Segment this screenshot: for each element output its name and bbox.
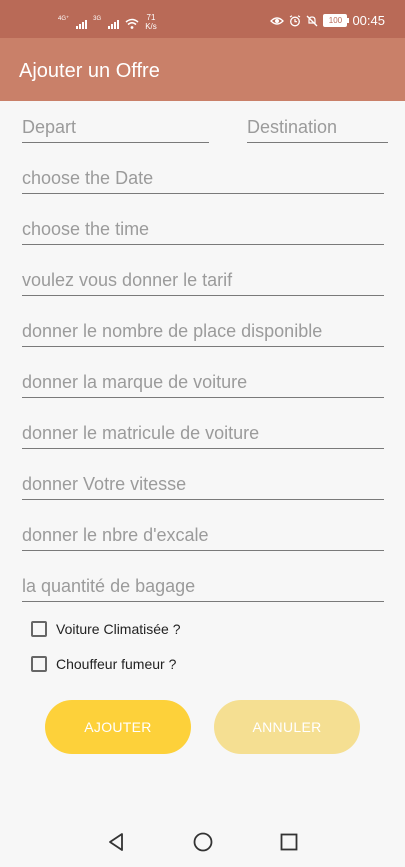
status-bar: 4G⁺ 3G 71 K/s 100 00:45 <box>0 0 405 38</box>
network-speed: 71 K/s <box>145 13 157 31</box>
cancel-button[interactable]: ANNULER <box>214 700 360 754</box>
air-conditioned-checkbox[interactable] <box>31 621 47 637</box>
smoker-driver-row[interactable]: Chouffeur fumeur ? <box>31 656 176 672</box>
wifi-icon <box>125 18 139 29</box>
signal-icon <box>76 20 88 29</box>
car-brand-input[interactable]: donner la marque de voiture <box>22 368 384 398</box>
eye-icon <box>270 16 285 25</box>
alarm-icon <box>290 14 301 26</box>
luggage-input[interactable]: la quantité de bagage <box>22 572 384 602</box>
speed-value: 71 <box>146 13 156 22</box>
air-conditioned-row[interactable]: Voiture Climatisée ? <box>31 621 181 637</box>
battery-icon: 100 <box>323 14 350 27</box>
speed-unit: K/s <box>145 22 157 31</box>
mute-icon <box>306 15 318 26</box>
home-icon[interactable] <box>192 831 214 853</box>
status-left: 4G⁺ 3G 71 K/s <box>58 11 157 31</box>
time-input[interactable]: choose the time <box>22 215 384 245</box>
network-type-1: 4G⁺ <box>58 16 70 22</box>
date-input[interactable]: choose the Date <box>22 164 384 194</box>
air-conditioned-label: Voiture Climatisée ? <box>56 621 181 637</box>
back-icon[interactable] <box>106 831 126 853</box>
car-plate-input[interactable]: donner le matricule de voiture <box>22 419 384 449</box>
speed-input[interactable]: donner Votre vitesse <box>22 470 384 500</box>
departure-input[interactable]: Depart <box>22 113 209 143</box>
page-title: Ajouter un Offre <box>19 60 160 82</box>
clock: 00:45 <box>352 13 385 28</box>
seats-input[interactable]: donner le nombre de place disponible <box>22 317 384 347</box>
network-type-2: 3G <box>93 16 102 22</box>
smoker-driver-label: Chouffeur fumeur ? <box>56 656 177 672</box>
status-right: 100 00:45 <box>270 13 385 28</box>
signal-icon <box>108 20 120 29</box>
app-bar: Ajouter un Offre <box>0 38 405 101</box>
destination-input[interactable]: Destination <box>247 113 388 143</box>
smoker-driver-checkbox[interactable] <box>31 656 47 672</box>
fare-input[interactable]: voulez vous donner le tarif <box>22 266 384 296</box>
stops-input[interactable]: donner le nbre d'excale <box>22 521 384 551</box>
recents-icon[interactable] <box>279 831 299 853</box>
add-button[interactable]: AJOUTER <box>45 700 191 754</box>
navigation-bar <box>0 821 405 867</box>
